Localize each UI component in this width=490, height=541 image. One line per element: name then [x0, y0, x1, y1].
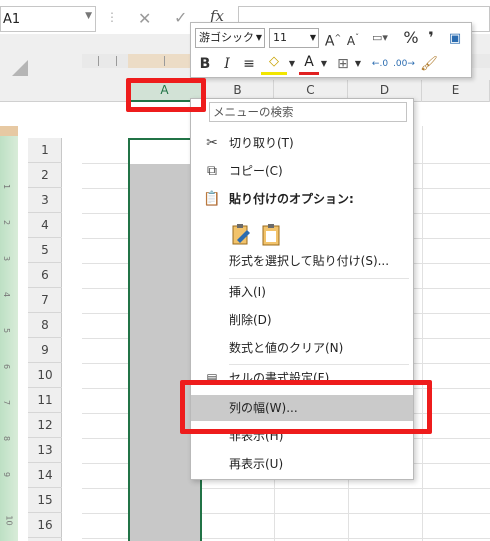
vertical-ruler-label: 7: [2, 399, 12, 406]
font-name-value: 游ゴシック: [199, 31, 254, 44]
row-header[interactable]: 9: [28, 338, 62, 363]
vertical-ruler-label: 5: [2, 327, 12, 334]
row-header[interactable]: 8: [28, 313, 62, 338]
vertical-ruler-margin: [0, 126, 18, 136]
menu-item-label: 貼り付けのオプション:: [229, 192, 354, 206]
row-header[interactable]: 15: [28, 488, 62, 513]
menu-item-label: セルの書式設定(F)...: [229, 371, 341, 385]
chevron-down-icon: ▼: [309, 33, 316, 42]
menu-item-unhide[interactable]: 再表示(U): [191, 451, 413, 477]
decrease-font-size-icon[interactable]: Aˇ: [343, 27, 363, 49]
vertical-ruler-label: 10: [4, 515, 14, 526]
menu-item-paste-special[interactable]: 形式を選択して貼り付け(S)...: [191, 248, 413, 274]
row-header[interactable]: 4: [28, 213, 62, 238]
menu-item-label: コピー(C): [229, 164, 283, 178]
row-header[interactable]: 1: [28, 138, 62, 163]
number-format-icon[interactable]: ▭▾: [365, 27, 395, 49]
copy-icon: ⧉: [207, 163, 217, 179]
menu-item-label: 再表示(U): [229, 457, 284, 471]
drag-handle-icon[interactable]: ⋮: [106, 10, 118, 24]
italic-button[interactable]: I: [219, 53, 235, 75]
vertical-ruler-label: 4: [2, 291, 12, 298]
menu-item-paste-options: 📋 貼り付けのオプション:: [191, 186, 413, 212]
row-header[interactable]: 14: [28, 463, 62, 488]
cancel-icon[interactable]: ✕: [138, 9, 151, 28]
menu-item-delete[interactable]: 削除(D): [191, 307, 413, 333]
menu-item-cut[interactable]: ✂ 切り取り(T): [191, 130, 413, 156]
row-header[interactable]: 16: [28, 513, 62, 538]
name-box[interactable]: A1 ▼: [0, 6, 96, 32]
menu-item-label: 非表示(H): [229, 429, 284, 443]
format-cells-icon: ▤: [206, 371, 218, 385]
font-size-value: 11: [273, 31, 287, 44]
percent-style-button[interactable]: %: [401, 27, 421, 49]
font-name-select[interactable]: 游ゴシック ▼: [195, 28, 265, 48]
chevron-down-icon: ▼: [255, 33, 262, 42]
comma-style-button[interactable]: ❜: [423, 27, 439, 49]
ruler-tick: [164, 56, 165, 66]
name-box-value: A1: [3, 12, 21, 27]
chevron-down-icon[interactable]: ▼: [287, 53, 297, 75]
menu-item-label: 形式を選択して貼り付け(S)...: [229, 254, 390, 268]
menu-item-label: 数式と値のクリア(N): [229, 341, 344, 355]
chevron-down-icon[interactable]: ▼: [353, 53, 363, 75]
chevron-down-icon[interactable]: ▼: [319, 53, 329, 75]
menu-item-label: 列の幅(W)...: [229, 401, 298, 415]
row-header[interactable]: 7: [28, 288, 62, 313]
bold-button[interactable]: B: [197, 53, 213, 75]
menu-item-copy[interactable]: ⧉ コピー(C): [191, 158, 413, 184]
increase-font-size-icon[interactable]: A^: [323, 27, 343, 50]
paste-icon[interactable]: [229, 223, 253, 247]
menu-item-clear-contents[interactable]: 数式と値のクリア(N): [191, 335, 413, 361]
menu-item-label: 挿入(I): [229, 285, 266, 299]
chevron-down-icon[interactable]: ▼: [85, 11, 92, 21]
column-header-e[interactable]: E: [422, 80, 490, 102]
select-all-button[interactable]: [12, 60, 28, 76]
format-painter-icon[interactable]: 🖌: [419, 53, 439, 75]
confirm-icon[interactable]: ✓: [174, 8, 187, 27]
clipboard-icon: 📋: [203, 191, 221, 207]
menu-item-column-width[interactable]: 列の幅(W)...: [191, 395, 413, 421]
align-center-icon[interactable]: ≡: [241, 53, 257, 75]
increase-decimal-icon[interactable]: ←.0: [369, 53, 391, 75]
menu-item-hide[interactable]: 非表示(H): [191, 423, 413, 449]
borders-icon[interactable]: ⊞: [333, 53, 353, 75]
vertical-ruler-label: 2: [2, 219, 12, 226]
row-header[interactable]: 6: [28, 263, 62, 288]
row-header[interactable]: 3: [28, 188, 62, 213]
fill-color-icon[interactable]: ◇: [261, 53, 287, 75]
menu-item-format-cells[interactable]: ▤ セルの書式設定(F)...: [191, 365, 413, 391]
scissors-icon: ✂: [206, 135, 218, 151]
ruler-tick: [98, 56, 99, 66]
row-header[interactable]: 2: [28, 163, 62, 188]
vertical-ruler-label: 8: [2, 435, 12, 442]
menu-item-insert[interactable]: 挿入(I): [191, 279, 413, 305]
vertical-ruler-label: 1: [2, 183, 12, 190]
menu-item-label: 削除(D): [229, 313, 272, 327]
ruler-tick: [116, 56, 117, 66]
mini-toolbar: 游ゴシック ▼ 11 ▼ A^ Aˇ ▭▾ % ❜ ▣ B I ≡ ◇ ▼ A …: [190, 22, 472, 78]
paste-values-icon[interactable]: [259, 223, 283, 247]
merge-center-icon[interactable]: ▣: [445, 28, 465, 50]
context-menu: メニューの検索 ✂ 切り取り(T) ⧉ コピー(C) 📋 貼り付けのオプション:…: [190, 98, 414, 480]
row-header[interactable]: 12: [28, 413, 62, 438]
menu-search-input[interactable]: メニューの検索: [209, 102, 407, 122]
row-header[interactable]: 11: [28, 388, 62, 413]
row-header[interactable]: 5: [28, 238, 62, 263]
font-size-select[interactable]: 11 ▼: [269, 28, 319, 48]
vertical-ruler-label: 6: [2, 363, 12, 370]
font-color-icon[interactable]: A: [299, 53, 319, 75]
vertical-ruler-label: 3: [2, 255, 12, 262]
row-header[interactable]: 10: [28, 363, 62, 388]
row-header[interactable]: 13: [28, 438, 62, 463]
menu-item-label: 切り取り(T): [229, 136, 294, 150]
vertical-ruler-label: 9: [2, 471, 12, 478]
decrease-decimal-icon[interactable]: .00→: [393, 53, 415, 75]
